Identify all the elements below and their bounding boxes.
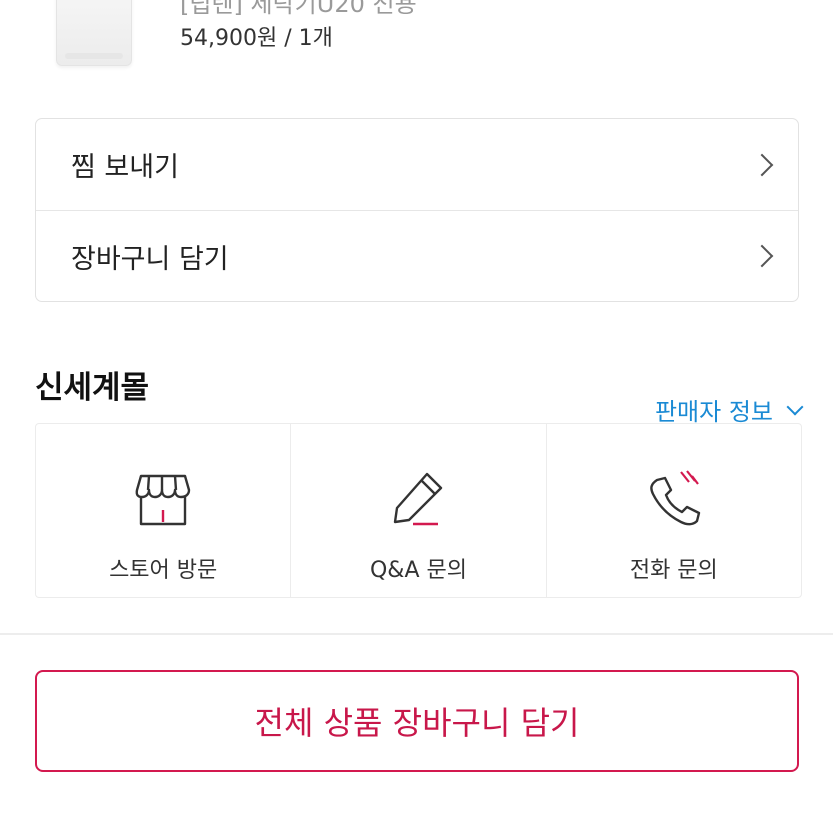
pencil-icon <box>394 472 443 526</box>
send-wishlist-row[interactable]: 찜 보내기 <box>36 119 798 210</box>
store-icon <box>135 474 191 526</box>
send-wishlist-label: 찜 보내기 <box>71 152 179 183</box>
store-name: 신세계몰 <box>35 370 150 406</box>
page: [립텐] 세탁기U20 전용 54,900원 / 1개 찜 보내기 장바구니 담… <box>0 0 833 833</box>
store-visit-label: 스토어 방문 <box>109 558 218 583</box>
product-price: 54,900원 / 1개 <box>180 26 333 51</box>
chevron-down-icon <box>786 398 804 415</box>
seller-info-toggle[interactable]: 판매자 정보 <box>654 392 804 427</box>
product-thumbnail[interactable] <box>56 0 132 66</box>
phone-icon <box>649 470 701 526</box>
contact-options: 스토어 방문 Q&A 문의 전화 문의 <box>35 423 802 598</box>
add-all-to-cart-button[interactable]: 전체 상품 장바구니 담기 <box>35 670 799 772</box>
add-to-cart-label: 장바구니 담기 <box>71 243 229 275</box>
action-list: 찜 보내기 장바구니 담기 <box>35 118 799 302</box>
phone-inquiry-button[interactable]: 전화 문의 <box>545 424 801 597</box>
section-divider <box>0 633 833 635</box>
chevron-right-icon <box>750 244 774 268</box>
add-to-cart-row[interactable]: 장바구니 담기 <box>36 210 798 301</box>
qna-button[interactable]: Q&A 문의 <box>290 424 545 597</box>
store-visit-button[interactable]: 스토어 방문 <box>36 424 290 597</box>
chevron-right-icon <box>750 153 774 176</box>
qna-label: Q&A 문의 <box>369 558 467 583</box>
seller-info-label: 판매자 정보 <box>654 398 773 426</box>
phone-inquiry-label: 전화 문의 <box>629 558 718 583</box>
product-name: [립텐] 세탁기U20 전용 <box>180 0 417 18</box>
